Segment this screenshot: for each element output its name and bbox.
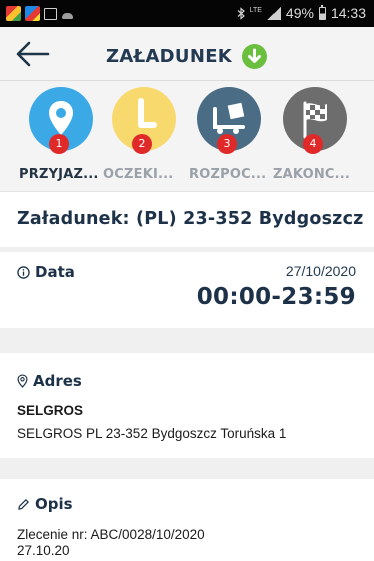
app-notification-icon xyxy=(6,6,21,21)
clock-time: 14:33 xyxy=(330,5,366,21)
description-section-label: Opis xyxy=(35,495,73,513)
order-date: 27.10.20 xyxy=(17,543,70,558)
signal-icon xyxy=(266,6,281,20)
app-notification-icon xyxy=(25,6,40,21)
step-started[interactable]: 3 ROZPOC... xyxy=(184,87,274,187)
cloud-notification-icon xyxy=(61,9,75,19)
status-bar: LTE 49% 14:33 xyxy=(0,0,374,27)
section-divider xyxy=(0,328,374,353)
back-button[interactable] xyxy=(16,41,50,67)
address-line: SELGROS PL 23-352 Bydgoszcz Toruńska 1 xyxy=(17,426,287,441)
address-card: Adres SELGROS SELGROS PL 23-352 Bydgoszc… xyxy=(0,353,374,458)
step-number-badge: 2 xyxy=(132,134,152,154)
system-indicators: LTE 49% 14:33 xyxy=(237,4,366,21)
notification-icons xyxy=(6,6,75,21)
arrow-left-icon[interactable] xyxy=(16,41,50,67)
time-window: 00:00-23:59 xyxy=(196,284,356,310)
section-divider xyxy=(0,458,374,479)
load-heading-bar: Załadunek: (PL) 23-352 Bydgoszcz xyxy=(0,191,374,247)
order-number: Zlecenie nr: ABC/0028/10/2020 xyxy=(17,527,205,542)
step-label: ZAKONC... xyxy=(273,167,351,182)
battery-icon xyxy=(318,4,326,20)
step-waiting[interactable]: 2 OCZEKI... xyxy=(99,87,189,187)
address-section-label: Adres xyxy=(33,372,82,390)
arrow-down-icon xyxy=(248,48,262,63)
location-pin-icon xyxy=(17,374,28,388)
bluetooth-icon xyxy=(237,6,245,20)
page-title: ZAŁADUNEK xyxy=(106,46,233,67)
description-section-header: Opis xyxy=(17,495,73,513)
title-group: ZAŁADUNEK xyxy=(106,44,268,69)
description-card: Opis Zlecenie nr: ABC/0028/10/2020 27.10… xyxy=(0,479,374,561)
pencil-icon xyxy=(18,498,29,510)
step-arrival[interactable]: 1 PRZYJAZ... xyxy=(16,87,106,187)
step-number-badge: 4 xyxy=(303,134,323,154)
battery-percent: 49% xyxy=(285,5,314,21)
load-heading: Załadunek: (PL) 23-352 Bydgoszcz xyxy=(17,209,364,229)
date-section-header: Data xyxy=(17,263,75,281)
step-finished[interactable]: 4 ZAKONC... xyxy=(270,87,360,187)
address-section-header: Adres xyxy=(17,372,82,390)
date-value: 27/10/2020 xyxy=(285,263,356,279)
network-type: LTE xyxy=(249,6,262,14)
app-header: ZAŁADUNEK xyxy=(0,27,374,81)
image-notification-icon xyxy=(44,7,57,20)
check-down-circle-icon xyxy=(242,44,268,69)
date-section-label: Data xyxy=(35,263,75,281)
info-icon xyxy=(17,265,30,279)
step-number-badge: 1 xyxy=(49,134,69,154)
step-number-badge: 3 xyxy=(217,134,237,154)
address-company: SELGROS xyxy=(17,403,84,418)
date-card: Data 27/10/2020 00:00-23:59 xyxy=(0,252,374,328)
progress-steps: 1 PRZYJAZ... 2 OCZEKI... 3 ROZPOC... 4 Z… xyxy=(0,81,374,191)
